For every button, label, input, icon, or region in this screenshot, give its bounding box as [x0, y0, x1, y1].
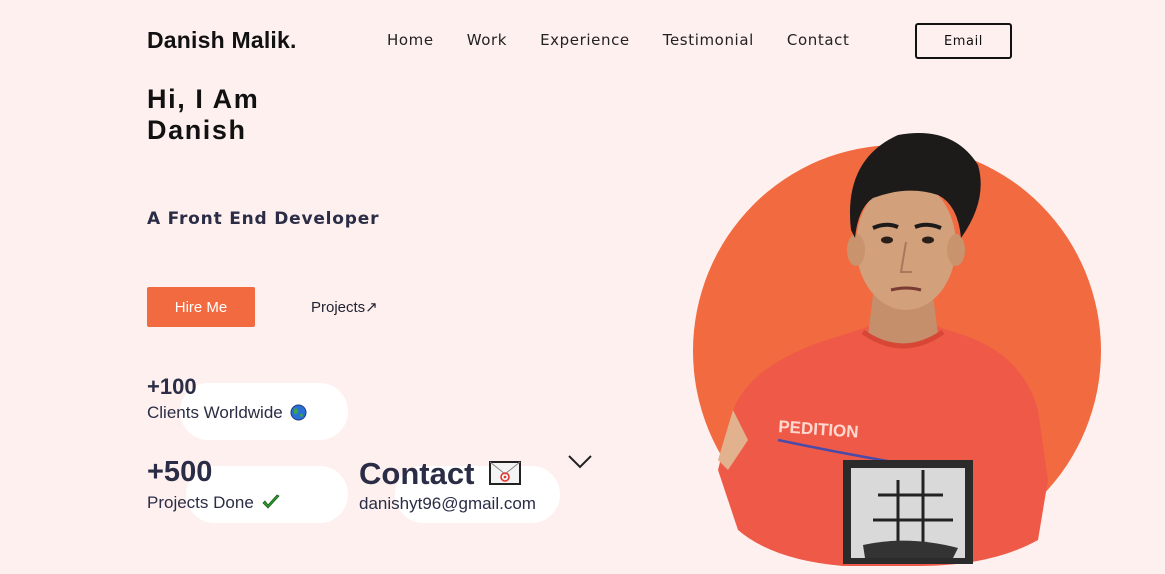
projects-link[interactable]: Projects↗	[311, 298, 378, 316]
main-nav: Home Work Experience Testimonial Contact	[387, 31, 882, 49]
clients-label: Clients Worldwide	[147, 403, 307, 423]
nav-experience[interactable]: Experience	[540, 31, 630, 49]
hero-greeting: Hi, I Am Danish	[147, 84, 259, 146]
projects-label: Projects Done	[147, 493, 280, 513]
nav-home[interactable]: Home	[387, 31, 434, 49]
projects-count: +500	[147, 456, 213, 488]
checkmark-icon	[261, 494, 280, 509]
contact-email-link[interactable]: danishyt96@gmail.com	[359, 494, 536, 514]
email-button[interactable]: Email	[915, 23, 1012, 59]
hire-me-button[interactable]: Hire Me	[147, 287, 255, 327]
nav-testimonial[interactable]: Testimonial	[663, 31, 754, 49]
nav-contact[interactable]: Contact	[787, 31, 850, 49]
clients-count: +100	[147, 374, 197, 399]
contact-title-text: Contact	[359, 456, 475, 491]
greeting-line-1: Hi, I Am	[147, 84, 260, 114]
clients-label-text: Clients Worldwide	[147, 403, 283, 422]
hero-role: A Front End Developer	[147, 209, 380, 229]
profile-photo: PEDITION	[718, 133, 1048, 566]
projects-label-text: Projects Done	[147, 493, 254, 512]
chevron-down-icon[interactable]	[567, 452, 593, 470]
nav-work[interactable]: Work	[467, 31, 507, 49]
globe-icon	[290, 404, 307, 421]
contact-heading: Contact	[359, 456, 522, 492]
site-logo[interactable]: Danish Malik.	[147, 27, 297, 54]
greeting-line-2: Danish	[147, 115, 247, 145]
envelope-icon	[489, 461, 522, 485]
